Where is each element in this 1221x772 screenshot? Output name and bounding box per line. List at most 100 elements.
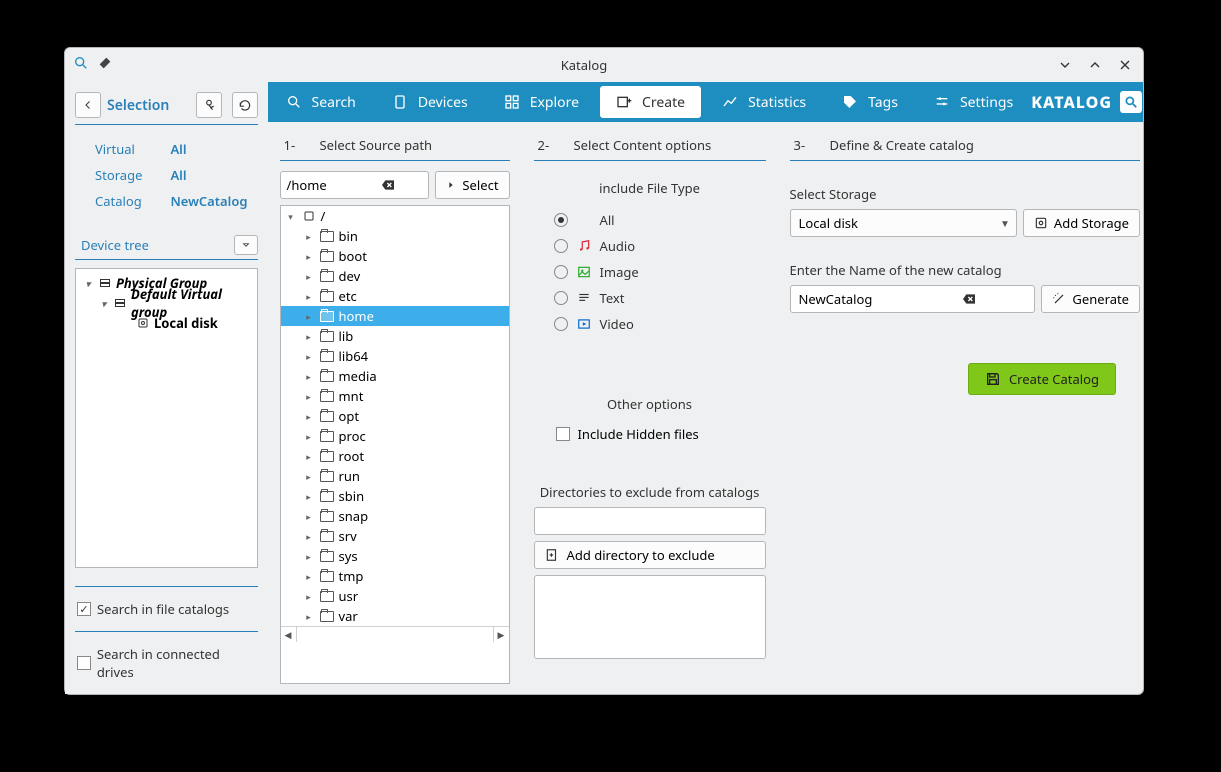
filetype-option-audio[interactable]: Audio bbox=[534, 233, 766, 259]
path-input[interactable]: /home bbox=[280, 171, 430, 199]
filetype-option-text[interactable]: Text bbox=[534, 285, 766, 311]
create-catalog-button[interactable]: Create Catalog bbox=[968, 363, 1116, 395]
folder-item[interactable]: ▸proc bbox=[281, 426, 509, 446]
generate-button[interactable]: Generate bbox=[1041, 285, 1140, 313]
folder-item[interactable]: ▸bin bbox=[281, 226, 509, 246]
folder-item[interactable]: ▸root bbox=[281, 446, 509, 466]
select-path-button[interactable]: Select bbox=[435, 171, 509, 199]
panel-content-options: 2-Select Content options include File Ty… bbox=[522, 122, 778, 694]
catalog-value[interactable]: NewCatalog bbox=[152, 189, 255, 213]
video-icon bbox=[576, 317, 592, 331]
filter-button[interactable] bbox=[196, 92, 222, 118]
brand-logo-icon bbox=[1120, 91, 1142, 113]
catalog-label: Catalog bbox=[77, 189, 150, 213]
folder-item[interactable]: ▸snap bbox=[281, 506, 509, 526]
tags-icon bbox=[842, 94, 858, 110]
exclude-list[interactable] bbox=[534, 575, 766, 659]
back-button[interactable] bbox=[75, 92, 101, 118]
filetype-option-video[interactable]: Video bbox=[534, 311, 766, 337]
include-hidden-checkbox[interactable]: Include Hidden files bbox=[534, 423, 766, 445]
include-filetype-label: include File Type bbox=[534, 179, 766, 197]
step-title: Select Source path bbox=[320, 136, 433, 154]
image-icon bbox=[576, 265, 592, 279]
catalog-name-label: Enter the Name of the new catalog bbox=[790, 261, 1141, 279]
tab-search[interactable]: Search bbox=[268, 82, 374, 122]
clear-name-icon[interactable] bbox=[912, 290, 1026, 308]
storage-value[interactable]: All bbox=[152, 163, 255, 187]
radio-icon bbox=[554, 317, 568, 331]
add-storage-button[interactable]: Add Storage bbox=[1023, 209, 1140, 237]
window-title: Katalog bbox=[113, 56, 1055, 74]
create-icon bbox=[616, 94, 632, 110]
folder-item[interactable]: ▸sbin bbox=[281, 486, 509, 506]
folder-item[interactable]: ▸etc bbox=[281, 286, 509, 306]
device-tree[interactable]: ▾ Physical Group ▾ Default Virtual group… bbox=[75, 268, 258, 568]
tab-bar: Search Devices Explore Create Statistics bbox=[268, 82, 1143, 122]
catalog-name-input[interactable]: NewCatalog bbox=[790, 285, 1036, 313]
folder-item[interactable]: ▸home bbox=[281, 306, 509, 326]
explore-icon bbox=[504, 94, 520, 110]
other-options-label: Other options bbox=[534, 395, 766, 413]
folder-item[interactable]: ▸opt bbox=[281, 406, 509, 426]
folder-item[interactable]: ▸media bbox=[281, 366, 509, 386]
folder-root[interactable]: ▾/ bbox=[281, 206, 509, 226]
tab-settings[interactable]: Settings bbox=[916, 82, 1031, 122]
step-number: 2- bbox=[538, 136, 556, 154]
folder-item[interactable]: ▸tmp bbox=[281, 566, 509, 586]
checkbox-icon bbox=[556, 427, 570, 441]
tab-devices[interactable]: Devices bbox=[374, 82, 486, 122]
statistics-icon bbox=[722, 94, 738, 110]
virtual-value[interactable]: All bbox=[152, 137, 255, 161]
panel-define-create: 3-Define & Create catalog Select Storage… bbox=[778, 122, 1143, 694]
folder-tree[interactable]: ▾/▸bin▸boot▸dev▸etc▸home▸lib▸lib64▸media… bbox=[280, 205, 510, 684]
storage-combo[interactable]: Local disk ▼ bbox=[790, 209, 1017, 237]
app-window: Katalog Selection VirtualAll StorageAll … bbox=[64, 47, 1144, 695]
refresh-button[interactable] bbox=[232, 92, 258, 118]
selection-title: Selection bbox=[107, 96, 186, 115]
tab-explore[interactable]: Explore bbox=[486, 82, 597, 122]
text-icon bbox=[576, 291, 592, 305]
minimize-button[interactable] bbox=[1055, 55, 1075, 75]
tree-virtual-group[interactable]: ▾ Default Virtual group bbox=[76, 293, 257, 313]
add-directory-button[interactable]: Add directory to exclude bbox=[534, 541, 766, 569]
folder-item[interactable]: ▸lib bbox=[281, 326, 509, 346]
folder-item[interactable]: ▸srv bbox=[281, 526, 509, 546]
folder-item[interactable]: ▸boot bbox=[281, 246, 509, 266]
folder-item[interactable]: ▸var bbox=[281, 606, 509, 626]
folder-item[interactable]: ▸dev bbox=[281, 266, 509, 286]
folder-item[interactable]: ▸run bbox=[281, 466, 509, 486]
audio-icon bbox=[576, 239, 592, 253]
exclude-label: Directories to exclude from catalogs bbox=[534, 483, 766, 501]
search-file-catalogs-checkbox[interactable]: Search in file catalogs bbox=[77, 597, 258, 621]
checkbox-icon bbox=[77, 656, 91, 670]
device-tree-label: Device tree bbox=[75, 236, 234, 254]
step-number: 3- bbox=[794, 136, 812, 154]
device-tree-dropdown-button[interactable] bbox=[234, 235, 258, 255]
step-number: 1- bbox=[284, 136, 302, 154]
tab-statistics[interactable]: Statistics bbox=[704, 82, 824, 122]
folder-item[interactable]: ▸mnt bbox=[281, 386, 509, 406]
tab-create[interactable]: Create bbox=[600, 86, 701, 118]
filetype-option-all[interactable]: All bbox=[534, 207, 766, 233]
exclude-input[interactable] bbox=[534, 507, 766, 535]
checkbox-icon bbox=[77, 602, 91, 616]
titlebar: Katalog bbox=[65, 48, 1143, 82]
search-connected-drives-checkbox[interactable]: Search in connected drives bbox=[77, 642, 258, 684]
close-button[interactable] bbox=[1115, 55, 1135, 75]
folder-item[interactable]: ▸sys bbox=[281, 546, 509, 566]
maximize-button[interactable] bbox=[1085, 55, 1105, 75]
tab-tags[interactable]: Tags bbox=[824, 82, 916, 122]
folder-item[interactable]: ▸usr bbox=[281, 586, 509, 606]
folder-item[interactable]: ▸lib64 bbox=[281, 346, 509, 366]
radio-icon bbox=[554, 291, 568, 305]
brand: KATALOG bbox=[1031, 82, 1143, 122]
filetype-option-image[interactable]: Image bbox=[534, 259, 766, 285]
virtual-label: Virtual bbox=[77, 137, 150, 161]
pin-icon[interactable] bbox=[97, 55, 113, 75]
chevron-down-icon: ▼ bbox=[1000, 216, 1010, 230]
search-icon bbox=[286, 94, 302, 110]
horizontal-scrollbar[interactable]: ◀▶ bbox=[281, 626, 509, 642]
clear-path-icon[interactable] bbox=[354, 176, 422, 194]
settings-icon bbox=[934, 94, 950, 110]
step-title: Define & Create catalog bbox=[830, 136, 974, 154]
